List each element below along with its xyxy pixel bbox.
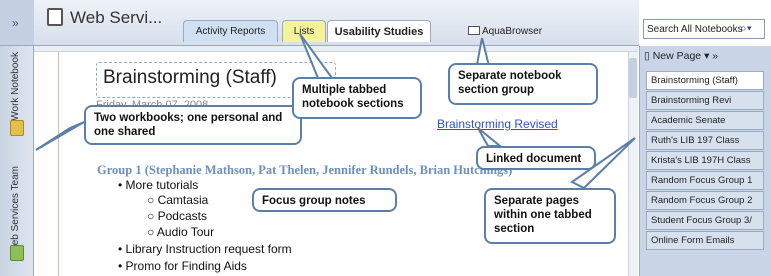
- callout-section-group: Separate notebook section group: [448, 63, 598, 105]
- callout-tabbed-sections: Multiple tabbed notebook sections: [292, 77, 422, 119]
- callout-linked-document: Linked document: [476, 146, 596, 170]
- callout-focus-group-notes: Focus group notes: [252, 188, 397, 212]
- callout-separate-pages: Separate pages within one tabbed section: [484, 188, 616, 244]
- pointer-tabbed: [299, 33, 334, 79]
- pointer-linked: [477, 127, 503, 147]
- callout-workbooks: Two workbooks; one personal and one shar…: [84, 105, 302, 145]
- pointer-workbooks: [35, 121, 85, 151]
